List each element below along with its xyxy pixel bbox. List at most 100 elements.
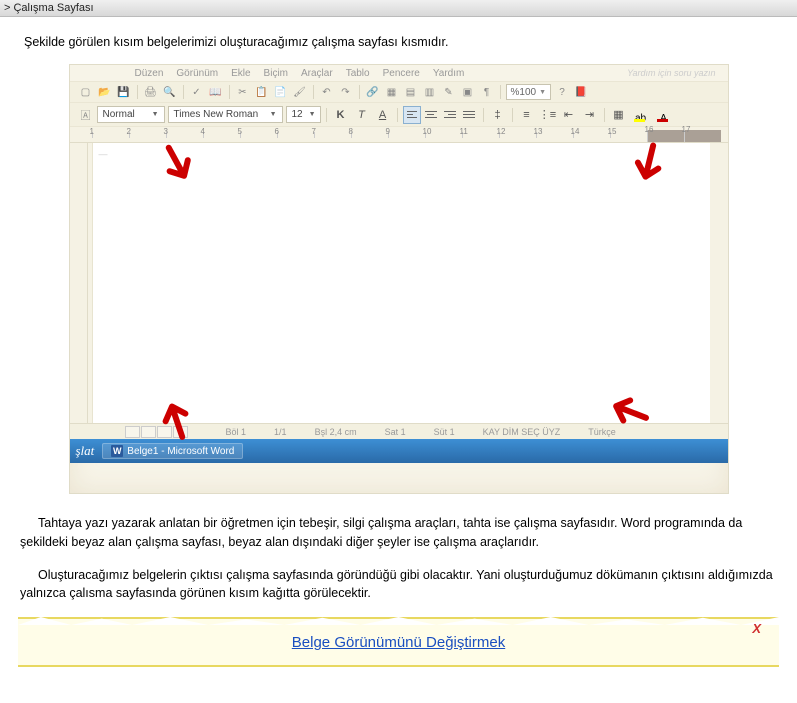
view-print-button[interactable] [157, 426, 172, 438]
chevron-down-icon: ▼ [152, 111, 159, 118]
fontsize-value: 12 [292, 109, 303, 120]
read-icon[interactable]: 📕 [573, 84, 589, 100]
menu-item[interactable]: Tablo [346, 68, 370, 79]
numbering-button[interactable]: ≡ [518, 106, 536, 124]
menu-item[interactable]: Yardım [433, 68, 465, 79]
align-right-button[interactable] [441, 106, 459, 124]
highlight-button[interactable]: ab [631, 106, 651, 124]
spellcheck-icon[interactable]: ✓ [189, 84, 205, 100]
view-web-button[interactable] [141, 426, 156, 438]
table-icon[interactable]: ▦ [384, 84, 400, 100]
status-lang: Türkçe [588, 427, 616, 437]
document-page[interactable]: — [92, 143, 710, 423]
redo-icon[interactable]: ↷ [338, 84, 354, 100]
chevron-down-icon: ▼ [309, 111, 316, 118]
docmap-icon[interactable]: ▣ [460, 84, 476, 100]
separator [483, 108, 484, 122]
paragraph-icon[interactable]: ¶ [479, 84, 495, 100]
status-sut: Süt 1 [434, 427, 455, 437]
start-button[interactable]: şlat [76, 443, 95, 459]
open-icon[interactable]: 📂 [97, 84, 113, 100]
view-outline-button[interactable] [173, 426, 188, 438]
paragraph-1: Tahtaya yazı yazarak anlatan bir öğretme… [20, 514, 777, 552]
word-screenshot: Düzen Görünüm Ekle Biçim Araçlar Tablo P… [69, 64, 729, 494]
status-bsl: Bşl 2,4 cm [315, 427, 357, 437]
menu-bar: Düzen Görünüm Ekle Biçim Araçlar Tablo P… [70, 65, 728, 81]
menu-item[interactable]: Ekle [231, 68, 250, 79]
taskbar-item[interactable]: W Belge1 - Microsoft Word [102, 443, 243, 459]
save-icon[interactable]: 💾 [116, 84, 132, 100]
decrease-indent-button[interactable]: ⇤ [560, 106, 578, 124]
view-normal-button[interactable] [125, 426, 140, 438]
columns-icon[interactable]: ▥ [422, 84, 438, 100]
help-search[interactable]: Yardım için soru yazın [627, 68, 715, 79]
window-title: > Çalışma Sayfası [4, 2, 94, 14]
font-dropdown[interactable]: Times New Roman ▼ [168, 106, 283, 123]
view-buttons [125, 426, 188, 438]
separator [512, 108, 513, 122]
align-center-button[interactable] [422, 106, 440, 124]
zoom-value: %100 [511, 87, 537, 98]
menu-item[interactable]: Düzen [135, 68, 164, 79]
copy-icon[interactable]: 📋 [254, 84, 270, 100]
separator [313, 85, 314, 99]
taskbar-item-label: Belge1 - Microsoft Word [127, 446, 234, 457]
print-icon[interactable]: 🖨 [143, 84, 159, 100]
word-icon: W [111, 445, 123, 457]
drawing-icon[interactable]: ✎ [441, 84, 457, 100]
font-color-button[interactable]: A [654, 106, 674, 124]
format-painter-icon[interactable]: 🖌 [292, 84, 308, 100]
status-sat: Sat 1 [385, 427, 406, 437]
vertical-ruler [70, 143, 88, 423]
paragraph-2: Oluşturacağımız belgelerin çıktısı çalış… [20, 566, 777, 604]
separator [359, 85, 360, 99]
borders-button[interactable]: ▦ [610, 106, 628, 124]
research-icon[interactable]: 📖 [208, 84, 224, 100]
menu-item[interactable]: Biçim [264, 68, 288, 79]
formatting-toolbar: 🄰 Normal ▼ Times New Roman ▼ 12 ▼ K T A [70, 103, 728, 127]
fontsize-dropdown[interactable]: 12 ▼ [286, 106, 321, 123]
zoom-dropdown[interactable]: %100 ▼ [506, 84, 552, 100]
increase-indent-button[interactable]: ⇥ [581, 106, 599, 124]
separator [604, 108, 605, 122]
excel-icon[interactable]: ▤ [403, 84, 419, 100]
hyperlink-icon[interactable]: 🔗 [365, 84, 381, 100]
bold-button[interactable]: K [332, 106, 350, 124]
separator [183, 85, 184, 99]
windows-taskbar: şlat W Belge1 - Microsoft Word [70, 439, 728, 463]
align-justify-button[interactable] [460, 106, 478, 124]
intro-paragraph: Şekilde görülen kısım belgelerimizi oluş… [24, 35, 785, 49]
preview-icon[interactable]: 🔍 [162, 84, 178, 100]
underline-button[interactable]: A [374, 106, 392, 124]
menu-item[interactable]: Görünüm [176, 68, 218, 79]
align-group [403, 106, 478, 124]
chevron-down-icon: ▼ [539, 89, 546, 96]
bullets-button[interactable]: ⋮≡ [539, 106, 557, 124]
standard-toolbar: ▢ 📂 💾 🖨 🔍 ✓ 📖 ✂ 📋 📄 🖌 ↶ ↷ 🔗 ▦ [70, 81, 728, 103]
next-topic-banner: Belge Görünümünü Değiştirmek X [18, 617, 779, 667]
menu-item[interactable]: Pencere [383, 68, 420, 79]
status-page: 1/1 [274, 427, 287, 437]
next-topic-link[interactable]: Belge Görünümünü Değiştirmek [292, 634, 505, 651]
status-bol: Böl 1 [226, 427, 247, 437]
styles-pane-icon[interactable]: 🄰 [78, 107, 94, 123]
horizontal-ruler: 1 2 3 4 5 6 7 8 9 10 11 12 13 14 15 16 1… [70, 127, 728, 143]
italic-button[interactable]: T [353, 106, 371, 124]
line-spacing-button[interactable]: ‡ [489, 106, 507, 124]
close-banner-button[interactable]: X [752, 621, 761, 636]
font-value: Times New Roman [174, 109, 259, 120]
cut-icon[interactable]: ✂ [235, 84, 251, 100]
page-content: Şekilde görülen kısım belgelerimizi oluş… [0, 17, 797, 667]
new-doc-icon[interactable]: ▢ [78, 84, 94, 100]
separator [137, 85, 138, 99]
status-bar: Böl 1 1/1 Bşl 2,4 cm Sat 1 Süt 1 KAY DİM… [70, 423, 728, 439]
separator [397, 108, 398, 122]
style-dropdown[interactable]: Normal ▼ [97, 106, 165, 123]
status-modes: KAY DİM SEÇ ÜYZ [483, 427, 561, 437]
paste-icon[interactable]: 📄 [273, 84, 289, 100]
help-icon[interactable]: ? [554, 84, 570, 100]
menu-item[interactable]: Araçlar [301, 68, 333, 79]
align-left-button[interactable] [403, 106, 421, 124]
separator [326, 108, 327, 122]
undo-icon[interactable]: ↶ [319, 84, 335, 100]
